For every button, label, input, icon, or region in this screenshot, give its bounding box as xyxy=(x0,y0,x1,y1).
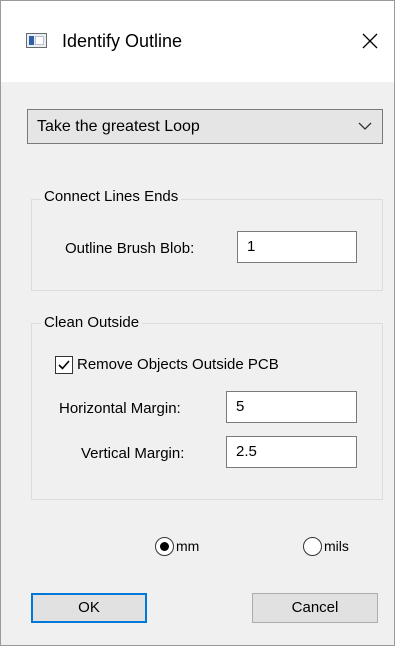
clean-outside-group-title: Clean Outside xyxy=(41,314,143,331)
unit-mils-label[interactable]: mils xyxy=(324,538,349,554)
vertical-margin-input[interactable]: 2.5 xyxy=(226,436,357,468)
unit-mm-radio[interactable] xyxy=(155,537,174,556)
identify-outline-dialog: Identify Outline Take the greatest Loop … xyxy=(0,0,395,646)
close-icon xyxy=(362,33,378,49)
dialog-title: Identify Outline xyxy=(62,31,183,51)
outline-brush-blob-label: Outline Brush Blob: xyxy=(65,240,195,257)
remove-objects-checkbox[interactable] xyxy=(55,356,73,374)
loop-mode-select[interactable]: Take the greatest Loop xyxy=(27,109,383,144)
unit-mils-radio[interactable] xyxy=(303,537,322,556)
close-button[interactable] xyxy=(350,23,390,59)
connect-lines-group-title: Connect Lines Ends xyxy=(41,188,182,205)
checkmark-icon xyxy=(58,360,70,370)
outline-brush-blob-input[interactable]: 1 xyxy=(237,231,357,263)
app-window-icon xyxy=(26,33,47,48)
remove-objects-label[interactable]: Remove Objects Outside PCB xyxy=(77,356,279,373)
horizontal-margin-label: Horizontal Margin: xyxy=(59,400,181,417)
ok-button[interactable]: OK xyxy=(31,593,147,623)
horizontal-margin-input[interactable]: 5 xyxy=(226,391,357,423)
cancel-button[interactable]: Cancel xyxy=(252,593,378,623)
unit-mm-label[interactable]: mm xyxy=(176,538,199,554)
loop-mode-value: Take the greatest Loop xyxy=(37,118,200,135)
vertical-margin-label: Vertical Margin: xyxy=(81,445,185,462)
chevron-down-icon xyxy=(358,122,372,130)
title-bar: Identify Outline xyxy=(1,1,394,82)
